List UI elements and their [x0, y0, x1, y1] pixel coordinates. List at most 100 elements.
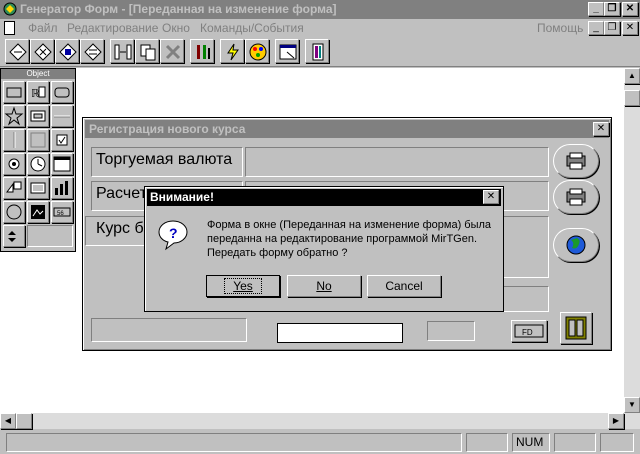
- tool-frame[interactable]: [27, 129, 49, 151]
- tb-run-button[interactable]: [220, 39, 244, 63]
- lightning-icon: [227, 43, 239, 61]
- tb-new-form-button[interactable]: [5, 39, 29, 63]
- doc-minimize-button[interactable]: _: [588, 21, 604, 35]
- dialog-title: Внимание!: [147, 189, 501, 206]
- palette-icon: [249, 43, 267, 61]
- tool-image[interactable]: [27, 201, 49, 223]
- tb-save-as-button[interactable]: [80, 39, 104, 63]
- tool-chart[interactable]: [51, 177, 73, 199]
- tool-list[interactable]: [51, 153, 73, 175]
- scroll-left-icon[interactable]: ◀: [0, 413, 16, 429]
- doc-restore-button[interactable]: ❐: [604, 21, 620, 35]
- toolbar: [0, 37, 640, 67]
- bottom-field-1[interactable]: [91, 318, 247, 342]
- title-bar: Генератор Форм - [Переданная на изменени…: [0, 0, 640, 19]
- tool-clock[interactable]: [27, 153, 49, 175]
- scroll-down-icon[interactable]: ▼: [624, 397, 640, 413]
- tb-copy-button[interactable]: [135, 39, 159, 63]
- tool-ellipse[interactable]: [3, 201, 25, 223]
- tool-radio[interactable]: [3, 153, 25, 175]
- status-panel-extra: [600, 433, 634, 452]
- menu-window[interactable]: Окно: [162, 21, 190, 35]
- tool-line[interactable]: [51, 105, 73, 127]
- diamond-icon: [84, 43, 102, 61]
- no-button-label: No: [316, 279, 332, 293]
- scroll-right-icon[interactable]: ▶: [608, 413, 624, 429]
- star-icon: [4, 106, 24, 126]
- tool-text[interactable]: ℝ: [27, 81, 49, 103]
- tb-open-button[interactable]: [30, 39, 54, 63]
- tb-window-button[interactable]: [275, 39, 299, 63]
- tb-tools-button[interactable]: [190, 39, 214, 63]
- close-button[interactable]: ✕: [622, 2, 638, 16]
- vertical-scrollbar[interactable]: ▲ ▼: [624, 68, 640, 413]
- tb-delete-button[interactable]: [160, 39, 184, 63]
- svg-text:?: ?: [169, 225, 178, 241]
- tool-shapes[interactable]: [3, 177, 25, 199]
- dialog-message-line-2: переданна на редактирование программой M…: [207, 233, 478, 245]
- status-panel-main: [6, 433, 462, 452]
- no-button[interactable]: No: [287, 275, 361, 297]
- doc-close-button[interactable]: ✕: [622, 21, 638, 35]
- menu-file[interactable]: Файл: [28, 21, 58, 35]
- fd-button[interactable]: FD: [511, 320, 547, 342]
- tool-button[interactable]: [27, 105, 49, 127]
- status-panel-scroll: [554, 433, 596, 452]
- tool-panel[interactable]: [27, 177, 49, 199]
- app-icon: [3, 2, 17, 16]
- restore-button[interactable]: ❐: [604, 2, 620, 16]
- menu-help[interactable]: Помощь: [537, 21, 583, 35]
- tool-numeric[interactable]: 56: [51, 201, 73, 223]
- form-close-button[interactable]: ✕: [593, 122, 609, 136]
- input-field[interactable]: [277, 323, 403, 343]
- document-icon: [4, 21, 15, 35]
- tb-exit-button[interactable]: [305, 39, 329, 63]
- traded-currency-field[interactable]: [245, 147, 549, 177]
- tb-align-button[interactable]: [110, 39, 134, 63]
- horizontal-scroll-thumb[interactable]: [16, 413, 32, 429]
- field-label-box: Торгуемая валюта: [91, 147, 243, 177]
- bottom-field-2[interactable]: [427, 321, 475, 341]
- tool-star[interactable]: [3, 105, 25, 127]
- status-panel-caps: [466, 433, 508, 452]
- tool-scroll[interactable]: [3, 225, 25, 247]
- menu-commands[interactable]: Команды/События: [200, 21, 304, 35]
- yes-button[interactable]: Yes: [206, 275, 280, 297]
- label-rate: Курс б: [96, 220, 144, 237]
- diamond-icon: [34, 43, 52, 61]
- status-num: NUM: [512, 433, 550, 452]
- menu-edit[interactable]: Редактирование: [67, 21, 158, 35]
- exit-form-button[interactable]: [560, 312, 592, 344]
- horizontal-scrollbar[interactable]: ◀ ▶: [0, 413, 640, 429]
- window-title: Генератор Форм - [Переданная на изменени…: [20, 2, 337, 16]
- rectangle-icon: [6, 87, 22, 98]
- diamond-icon: [59, 43, 77, 61]
- tool-rounded-rect[interactable]: [51, 81, 73, 103]
- cancel-button[interactable]: Cancel: [367, 275, 441, 297]
- copy-icon: [140, 44, 156, 61]
- window-icon: [279, 44, 297, 60]
- vertical-scroll-thumb[interactable]: [624, 90, 640, 106]
- list-icon: [53, 156, 71, 172]
- minimize-button[interactable]: _: [588, 2, 604, 16]
- tb-save-button[interactable]: [55, 39, 79, 63]
- form-action-button-2[interactable]: [553, 180, 599, 214]
- radio-icon: [8, 158, 20, 170]
- tb-colors-button[interactable]: [245, 39, 269, 63]
- menu-bar: Файл Редактирование Окно Команды/События…: [0, 19, 640, 37]
- svg-text:56: 56: [57, 211, 64, 217]
- yes-button-label: Yes: [224, 278, 262, 294]
- globe-icon: [566, 235, 586, 255]
- diamond-icon: [9, 43, 27, 61]
- tool-vline[interactable]: [3, 129, 25, 151]
- checkbox-icon: [56, 134, 68, 146]
- tool-checkbox[interactable]: [51, 129, 73, 151]
- line-icon: [54, 115, 70, 118]
- status-bar: NUM: [0, 430, 640, 454]
- scroll-up-icon[interactable]: ▲: [624, 68, 640, 84]
- dialog-close-button[interactable]: ✕: [483, 190, 499, 204]
- label-traded-currency: Торгуемая валюта: [96, 151, 233, 168]
- tool-rectangle[interactable]: [3, 81, 25, 103]
- form-action-button-1[interactable]: [553, 144, 599, 178]
- form-action-button-3[interactable]: [553, 228, 599, 262]
